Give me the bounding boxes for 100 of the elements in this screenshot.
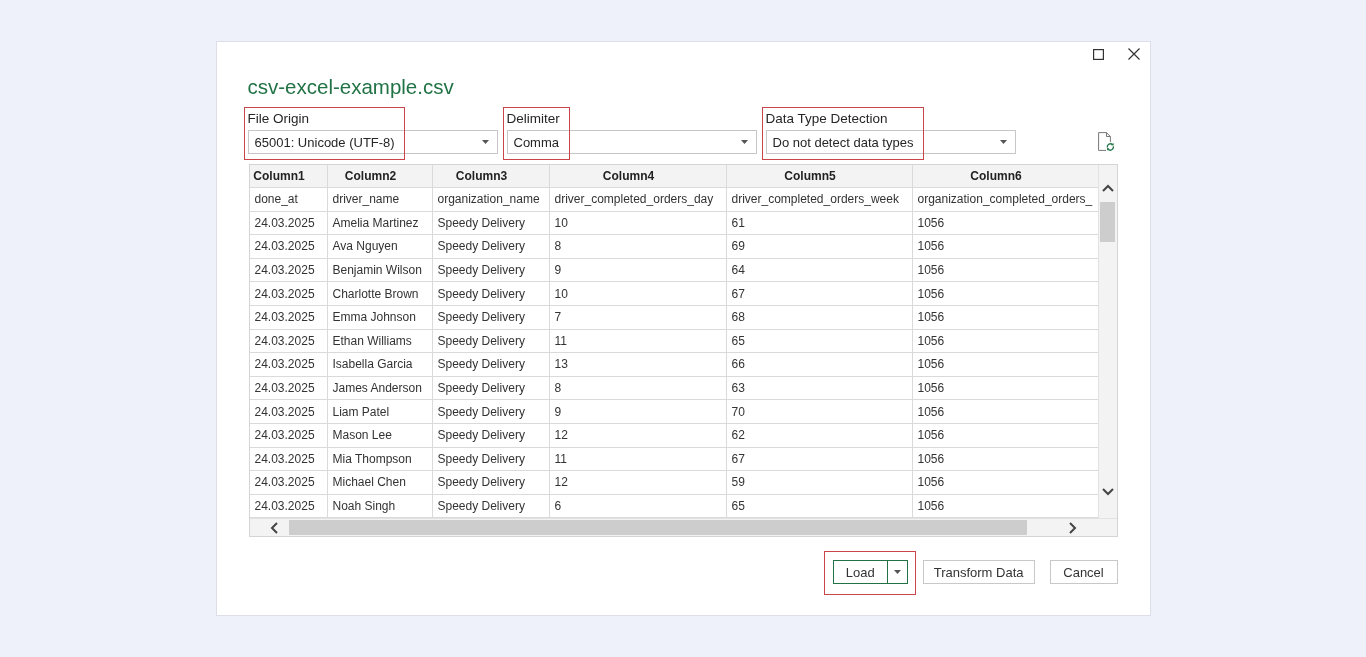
table-cell: 24.03.2025 <box>249 282 328 305</box>
column-header: Column4 <box>549 165 727 187</box>
dialog-title: csv-excel-example.csv <box>247 74 454 100</box>
caret-icon <box>893 570 901 574</box>
field-label: Data Type Detection <box>765 111 888 127</box>
table-cell: 68 <box>726 305 913 329</box>
dropdown[interactable]: Comma <box>506 130 757 154</box>
column-header: Column2 <box>327 165 433 187</box>
table-cell: Mason Lee <box>327 423 433 447</box>
table-cell: 6 <box>549 494 727 518</box>
table-cell: 63 <box>726 376 913 400</box>
table-cell: Speedy Delivery <box>432 447 550 471</box>
table-cell: Speedy Delivery <box>432 211 550 235</box>
table-cell: Speedy Delivery <box>432 376 550 400</box>
chevron-down-icon[interactable] <box>1101 488 1114 496</box>
dialog-button[interactable]: Transform Data <box>922 560 1035 584</box>
table-cell: Ethan Williams <box>327 329 433 353</box>
table-cell: 67 <box>726 447 913 471</box>
dialog-button[interactable]: Cancel <box>1049 560 1118 584</box>
caret-icon <box>740 140 748 144</box>
table-cell: Michael Chen <box>327 471 433 494</box>
table-cell: 24.03.2025 <box>249 353 328 376</box>
table-cell: 24.03.2025 <box>249 258 328 282</box>
table-cell: Emma Johnson <box>327 305 433 329</box>
scrollbar-thumb[interactable] <box>288 520 1027 535</box>
table-cell: 70 <box>726 400 913 423</box>
table-cell: 24.03.2025 <box>249 329 328 353</box>
dropdown[interactable]: 65001: Unicode (UTF-8) <box>247 130 498 154</box>
table-cell: Liam Patel <box>327 400 433 423</box>
table-cell: 7 <box>549 305 727 329</box>
table-cell: Amelia Martinez <box>327 211 433 235</box>
table-cell: 8 <box>549 376 727 400</box>
table-cell: Ava Nguyen <box>327 235 433 258</box>
table-cell: 12 <box>549 471 727 494</box>
dialog-button[interactable]: Load <box>832 560 888 584</box>
table-cell: Noah Singh <box>327 494 433 518</box>
table-cell: 8 <box>549 235 727 258</box>
vertical-scrollbar[interactable] <box>1097 165 1117 518</box>
table-cell: 11 <box>549 329 727 353</box>
table-cell: Speedy Delivery <box>432 494 550 518</box>
table-cell: 9 <box>549 258 727 282</box>
table-cell: 61 <box>726 211 913 235</box>
table-cell: Speedy Delivery <box>432 471 550 494</box>
table-cell: Speedy Delivery <box>432 423 550 447</box>
table-cell: 67 <box>726 282 913 305</box>
chevron-up-icon[interactable] <box>1101 184 1114 192</box>
table-cell: 24.03.2025 <box>249 400 328 423</box>
table-cell: 24.03.2025 <box>249 447 328 471</box>
split-arrow-button[interactable] <box>887 560 908 584</box>
table-cell: Isabella Garcia <box>327 353 433 376</box>
column-header: Column1 <box>249 165 328 187</box>
table-cell: 24.03.2025 <box>249 211 328 235</box>
table-cell: 10 <box>549 211 727 235</box>
table-cell: Benjamin Wilson <box>327 258 433 282</box>
table-cell: Speedy Delivery <box>432 235 550 258</box>
table-cell: 11 <box>549 447 727 471</box>
scrollbar-thumb[interactable] <box>1100 202 1115 242</box>
dropdown[interactable]: Do not detect data types <box>765 130 1016 154</box>
chevron-right-icon[interactable] <box>1068 521 1077 534</box>
table-cell: done_at <box>249 188 328 211</box>
field-label: Delimiter <box>506 111 560 127</box>
table-cell: organization_name <box>432 188 550 211</box>
table-cell: driver_completed_orders_week <box>726 188 913 211</box>
table-cell: 12 <box>549 423 727 447</box>
table-cell: Speedy Delivery <box>432 282 550 305</box>
table-cell: Speedy Delivery <box>432 353 550 376</box>
table-cell: James Anderson <box>327 376 433 400</box>
table-cell: 24.03.2025 <box>249 305 328 329</box>
table-cell: 69 <box>726 235 913 258</box>
document-refresh-icon[interactable] <box>1097 132 1114 151</box>
table-cell: 13 <box>549 353 727 376</box>
column-header: Column5 <box>726 165 913 187</box>
maximize-icon[interactable] <box>1092 48 1104 60</box>
table-cell: 62 <box>726 423 913 447</box>
table-cell: 24.03.2025 <box>249 494 328 518</box>
column-header: Column3 <box>432 165 550 187</box>
close-icon[interactable] <box>1127 48 1140 60</box>
table-cell: 65 <box>726 494 913 518</box>
horizontal-scrollbar[interactable] <box>249 518 1117 536</box>
table-cell: Speedy Delivery <box>432 329 550 353</box>
caret-icon <box>999 140 1007 144</box>
field-label: File Origin <box>247 111 309 127</box>
table-cell: Speedy Delivery <box>432 305 550 329</box>
table-cell: 24.03.2025 <box>249 376 328 400</box>
table-cell: 10 <box>549 282 727 305</box>
table-cell: Charlotte Brown <box>327 282 433 305</box>
table-cell: driver_name <box>327 188 433 211</box>
table-cell: 65 <box>726 329 913 353</box>
table-cell: Speedy Delivery <box>432 400 550 423</box>
chevron-left-icon[interactable] <box>269 521 278 534</box>
column-header: Column6 <box>912 165 1098 187</box>
table-cell: 59 <box>726 471 913 494</box>
table-cell: Speedy Delivery <box>432 258 550 282</box>
table-cell: 64 <box>726 258 913 282</box>
table-cell: 24.03.2025 <box>249 235 328 258</box>
table-cell: 24.03.2025 <box>249 423 328 447</box>
caret-icon <box>481 140 489 144</box>
table-cell: Mia Thompson <box>327 447 433 471</box>
table-cell: 24.03.2025 <box>249 471 328 494</box>
table-cell: 66 <box>726 353 913 376</box>
